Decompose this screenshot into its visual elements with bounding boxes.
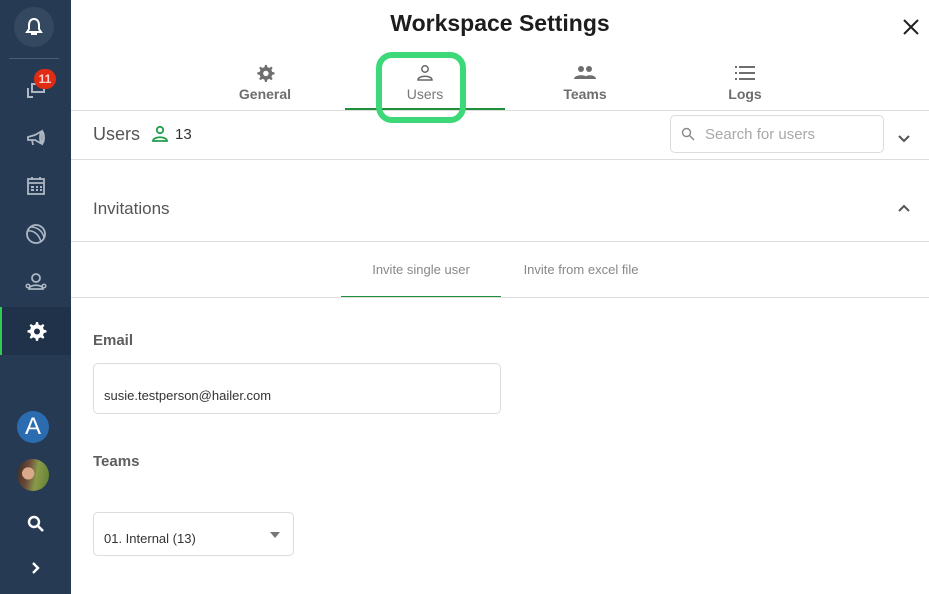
dropdown-caret-icon: [270, 532, 280, 538]
expand-chevron-icon: [31, 562, 40, 574]
tab-label: General: [238, 86, 292, 102]
subtab-invite-single-user[interactable]: Invite single user: [341, 242, 501, 298]
chevron-down-icon: [898, 135, 910, 143]
ball-icon: [25, 224, 46, 244]
workspace-settings-app: 11 A Workspace Settings General Users Te…: [0, 0, 929, 594]
email-label: Email: [93, 332, 134, 349]
sidebar-item-activities[interactable]: [0, 210, 71, 258]
notifications-button[interactable]: [14, 7, 54, 47]
calendar-icon: [26, 177, 45, 195]
sidebar-item-announcements[interactable]: [0, 114, 71, 162]
sidebar-divider: [9, 58, 59, 59]
workspace-avatar[interactable]: A: [17, 411, 49, 443]
page-title: Workspace Settings: [390, 10, 610, 36]
teams-select[interactable]: 01. Internal (13): [93, 512, 294, 556]
tab-logs[interactable]: Logs: [665, 58, 825, 110]
group-icon: [574, 66, 596, 79]
tab-label: Logs: [728, 86, 762, 102]
gear-icon: [27, 322, 46, 341]
sidebar-search-button[interactable]: [0, 500, 71, 548]
user-count-icon: [151, 125, 169, 148]
user-avatar[interactable]: [17, 459, 49, 491]
tab-label: Teams: [563, 86, 607, 102]
tab-users[interactable]: Users: [345, 58, 505, 110]
sidebar-item-contacts[interactable]: [0, 258, 71, 306]
users-divider: [71, 159, 929, 160]
subtabs-divider: [71, 297, 929, 298]
sidebar: 11 A: [0, 0, 71, 594]
sidebar-item-settings[interactable]: [0, 307, 71, 355]
close-icon: [903, 19, 919, 35]
people-icon: [24, 273, 47, 290]
invitations-title: Invitations: [93, 199, 170, 218]
search-users-input[interactable]: [705, 125, 875, 143]
users-count: 13: [175, 126, 192, 143]
users-expand-button[interactable]: [897, 130, 911, 148]
users-section-label: Users: [93, 124, 141, 144]
invitations-collapse-button[interactable]: [897, 200, 911, 218]
tab-teams[interactable]: Teams: [505, 58, 665, 110]
search-users-field[interactable]: [670, 115, 884, 153]
megaphone-icon: [26, 129, 45, 146]
sidebar-item-calendar[interactable]: [0, 162, 71, 210]
person-icon: [417, 65, 433, 81]
bell-icon: [25, 17, 43, 35]
sidebar-expand-button[interactable]: [0, 544, 71, 592]
search-icon: [681, 127, 695, 141]
messages-badge: 11: [34, 69, 56, 89]
close-button[interactable]: [900, 16, 922, 38]
list-icon: [735, 66, 755, 80]
tabs-divider: [71, 110, 929, 111]
chevron-up-icon: [898, 204, 910, 212]
teams-selected-value: 01. Internal (13): [104, 531, 196, 546]
subtab-invite-from-excel[interactable]: Invite from excel file: [501, 242, 661, 298]
tab-label: Users: [406, 86, 444, 102]
email-field[interactable]: [93, 363, 501, 414]
search-icon: [27, 515, 44, 532]
tab-general[interactable]: General: [185, 58, 345, 110]
gear-icon: [257, 64, 275, 82]
teams-label: Teams: [93, 453, 140, 470]
